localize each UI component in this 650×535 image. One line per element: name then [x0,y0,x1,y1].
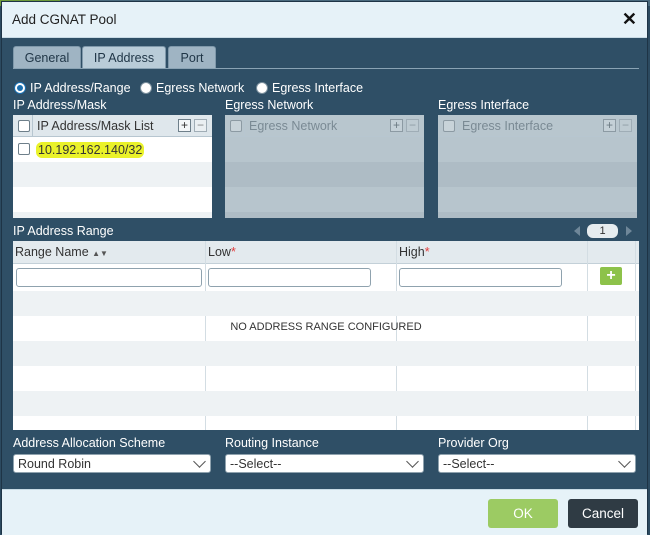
table-row [13,212,212,218]
column-header: Egress Network [249,119,338,133]
column-header-low: Low* [208,245,236,259]
chevron-down-icon [618,455,631,468]
add-icon: + [390,119,403,132]
dialog-titlebar: Add CGNAT Pool ✕ [2,2,647,38]
tab-general[interactable]: General [13,46,81,68]
routing-instance-select[interactable]: --Select-- [225,454,424,473]
pager-page-number: 1 [587,224,618,238]
ip-mask-grid: IP Address/Mask List + − 10.192.162.140/… [13,115,212,218]
table-row [13,391,639,416]
ip-mask-grid-header: IP Address/Mask List + − [13,115,212,137]
table-row [438,187,637,212]
table-row [13,187,212,212]
select-all-checkbox [230,120,242,132]
ip-range-section-label: IP Address Range [13,224,114,238]
sort-icon: ▲▼ [92,249,108,258]
empty-range-message: NO ADDRESS RANGE CONFIGURED [230,321,422,333]
ip-range-grid: Range Name ▲▼ Low* High* + NO ADDRESS RA… [13,241,639,430]
egress-network-grid-header: Egress Network + − [225,115,424,137]
tab-ip-address[interactable]: IP Address [82,46,166,68]
range-low-input[interactable] [208,268,371,287]
table-row [438,162,637,187]
egress-interface-grid: Egress Interface + − [438,115,637,218]
tab-port[interactable]: Port [168,46,216,68]
egress-network-section-label: Egress Network [225,98,314,112]
egress-network-grid: Egress Network + − [225,115,424,218]
column-header-range-name[interactable]: Range Name ▲▼ [15,245,108,259]
table-row [13,341,639,366]
table-row [438,212,637,218]
chevron-down-icon [193,455,206,468]
tab-underline [13,68,639,69]
column-header: Egress Interface [462,119,554,133]
column-header-high: High* [399,245,430,259]
range-high-input[interactable] [399,268,562,287]
table-row[interactable]: 10.192.162.140/32 [13,137,212,162]
select-all-checkbox [443,120,455,132]
egress-interface-section-label: Egress Interface [438,98,530,112]
radio-egress-interface[interactable]: Egress Interface [256,81,363,95]
table-row [225,212,424,218]
table-row [225,162,424,187]
allocation-scheme-label: Address Allocation Scheme [13,436,166,450]
radio-label: Egress Network [156,81,245,95]
table-row [13,162,212,187]
select-all-checkbox[interactable] [18,120,30,132]
ok-button[interactable]: OK [488,499,558,528]
radio-selected-icon [14,82,26,94]
remove-icon: − [406,119,419,132]
egress-interface-grid-header: Egress Interface + − [438,115,637,137]
cancel-button[interactable]: Cancel [568,499,638,528]
close-icon[interactable]: ✕ [622,10,637,28]
routing-instance-label: Routing Instance [225,436,319,450]
pager-prev-icon[interactable] [574,226,580,236]
table-row [438,137,637,162]
ip-mask-value: 10.192.162.140/32 [36,142,145,158]
dialog-title: Add CGNAT Pool [12,12,117,27]
radio-unselected-icon [256,82,268,94]
pager-next-icon[interactable] [626,226,632,236]
ip-mask-section-label: IP Address/Mask [13,98,107,112]
radio-egress-network[interactable]: Egress Network [140,81,244,95]
add-cgnat-pool-dialog: Add CGNAT Pool ✕ General IP Address Port… [1,1,648,535]
table-row [225,137,424,162]
remove-icon[interactable]: − [194,119,207,132]
add-range-button[interactable]: + [600,267,622,285]
table-row [225,187,424,212]
column-header: IP Address/Mask List [37,119,154,133]
allocation-scheme-select[interactable]: Round Robin [13,454,211,473]
provider-org-label: Provider Org [438,436,509,450]
chevron-down-icon [406,455,419,468]
remove-icon: − [619,119,632,132]
provider-org-select[interactable]: --Select-- [438,454,636,473]
range-name-input[interactable] [16,268,202,287]
radio-label: Egress Interface [272,81,364,95]
radio-ip-address-range[interactable]: IP Address/Range [14,81,131,95]
row-checkbox[interactable] [18,143,30,155]
table-row [13,291,639,316]
radio-label: IP Address/Range [30,81,131,95]
ip-range-grid-header: Range Name ▲▼ Low* High* [13,241,639,264]
radio-unselected-icon [140,82,152,94]
dialog-footer: OK Cancel [2,489,647,535]
add-icon[interactable]: + [178,119,191,132]
add-icon: + [603,119,616,132]
